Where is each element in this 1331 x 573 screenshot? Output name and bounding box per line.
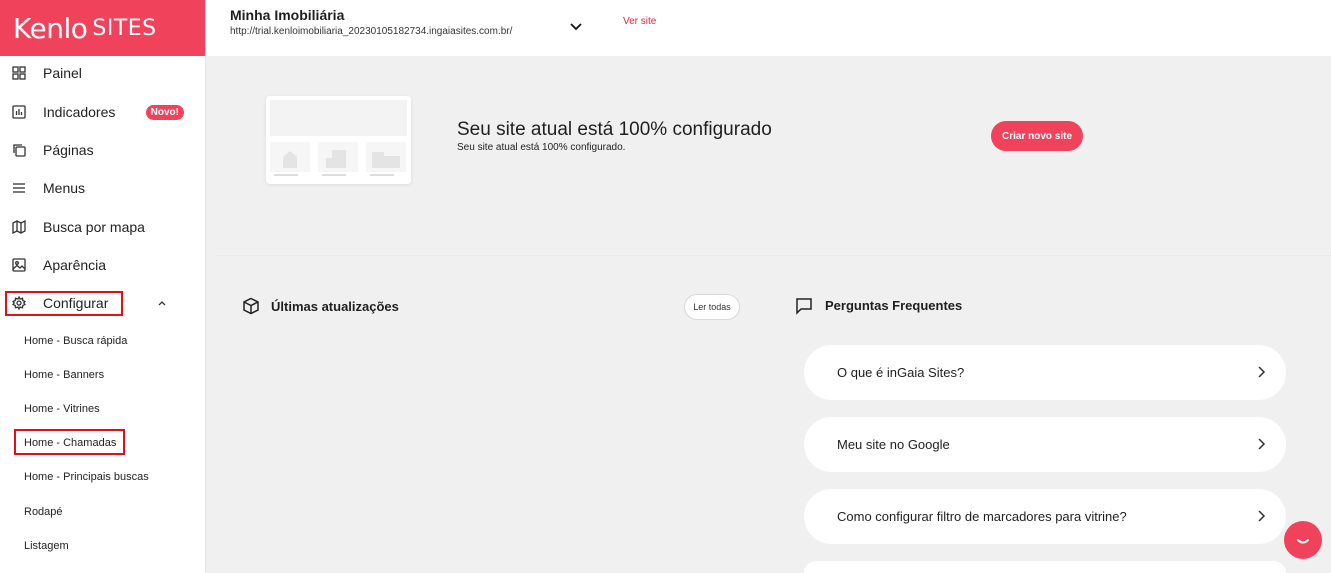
chevron-right-icon [1258,366,1266,378]
hero-subtitle: Seu site atual está 100% configurado. [457,142,626,153]
sidebar-item-label: Painel [43,65,82,81]
highlight-box-configurar [5,291,123,316]
sidebar-item-aparencia[interactable]: Aparência [0,248,206,282]
faq-question: O que é inGaia Sites? [837,365,965,380]
sidebar-item-label: Páginas [43,142,94,158]
sidebar-item-label: Indicadores [43,104,116,120]
faq-item-partial[interactable] [804,561,1286,573]
faq-item[interactable]: Meu site no Google [804,417,1286,472]
sidebar-item-menus[interactable]: Menus [0,171,206,205]
submenu-item-busca-rapida[interactable]: Home - Busca rápida [24,333,127,349]
store-icon [372,152,400,168]
illustration-tile [318,142,358,172]
illustration-line [370,174,394,176]
sidebar-item-label: Aparência [43,257,107,273]
new-badge: Novo! [145,104,184,120]
grid-icon [12,66,26,80]
chart-icon [12,105,26,119]
submenu-item-principais-buscas[interactable]: Home - Principais buscas [24,469,149,485]
sidebar-item-indicadores[interactable]: Indicadores Novo! [0,95,206,129]
faq-question: Como configurar filtro de marcadores par… [837,509,1127,524]
chevron-right-icon [1258,438,1266,450]
copy-icon [13,144,26,157]
submenu-item-listagem[interactable]: Listagem [24,538,69,554]
faq-item[interactable]: Como configurar filtro de marcadores par… [804,489,1286,544]
faq-item[interactable]: O que é inGaia Sites? [804,345,1286,400]
section-divider [216,255,1331,256]
menu-icon [13,183,25,193]
building-icon [326,150,346,168]
illustration-tile [270,142,310,172]
sidebar-item-label: Busca por mapa [43,219,145,235]
sidebar-item-label: Menus [43,180,86,196]
map-icon [12,220,26,234]
read-all-button[interactable]: Ler todas [684,294,740,320]
site-illustration [266,96,411,184]
illustration-line [322,174,346,176]
faq-title: Perguntas Frequentes [825,298,963,313]
logo-main: Kenlo [13,11,88,45]
illustration-tile [366,142,406,172]
view-site-link[interactable]: Ver site [623,16,656,27]
kenlo-logo[interactable]: Kenlo SITES [0,0,205,56]
faq-question: Meu site no Google [837,437,950,452]
updates-title: Últimas atualizações [271,299,399,314]
chat-launcher-button[interactable] [1284,521,1322,559]
house-icon [283,151,297,168]
chat-bubble-icon [796,298,812,315]
site-name: Minha Imobiliária [230,7,345,23]
package-icon [243,297,259,315]
illustration-banner [270,100,407,136]
site-url: http://trial.kenloimobiliaria_2023010518… [230,26,513,37]
sidebar-item-paginas[interactable]: Páginas [0,133,206,167]
create-new-site-button[interactable]: Criar novo site [991,121,1083,151]
chevron-up-icon[interactable] [157,298,167,308]
logo-sub: SITES [92,15,157,41]
chevron-down-icon[interactable] [568,18,584,34]
submenu-item-rodape[interactable]: Rodapé [24,504,63,520]
chevron-right-icon [1258,510,1266,522]
submenu-item-vitrines[interactable]: Home - Vitrines [24,401,100,417]
sidebar-item-painel[interactable]: Painel [0,56,206,90]
image-icon [12,258,26,272]
hero-title: Seu site atual está 100% configurado [457,119,772,140]
top-bar: Minha Imobiliária http://trial.kenloimob… [206,0,1331,56]
chat-smile-icon [1297,539,1309,544]
highlight-box-chamadas [14,429,125,455]
sidebar-item-busca-por-mapa[interactable]: Busca por mapa [0,210,206,244]
sidebar: Kenlo SITES Painel Indicadores Novo! Pág… [0,0,206,573]
illustration-line [274,174,298,176]
submenu-item-banners[interactable]: Home - Banners [24,367,104,383]
